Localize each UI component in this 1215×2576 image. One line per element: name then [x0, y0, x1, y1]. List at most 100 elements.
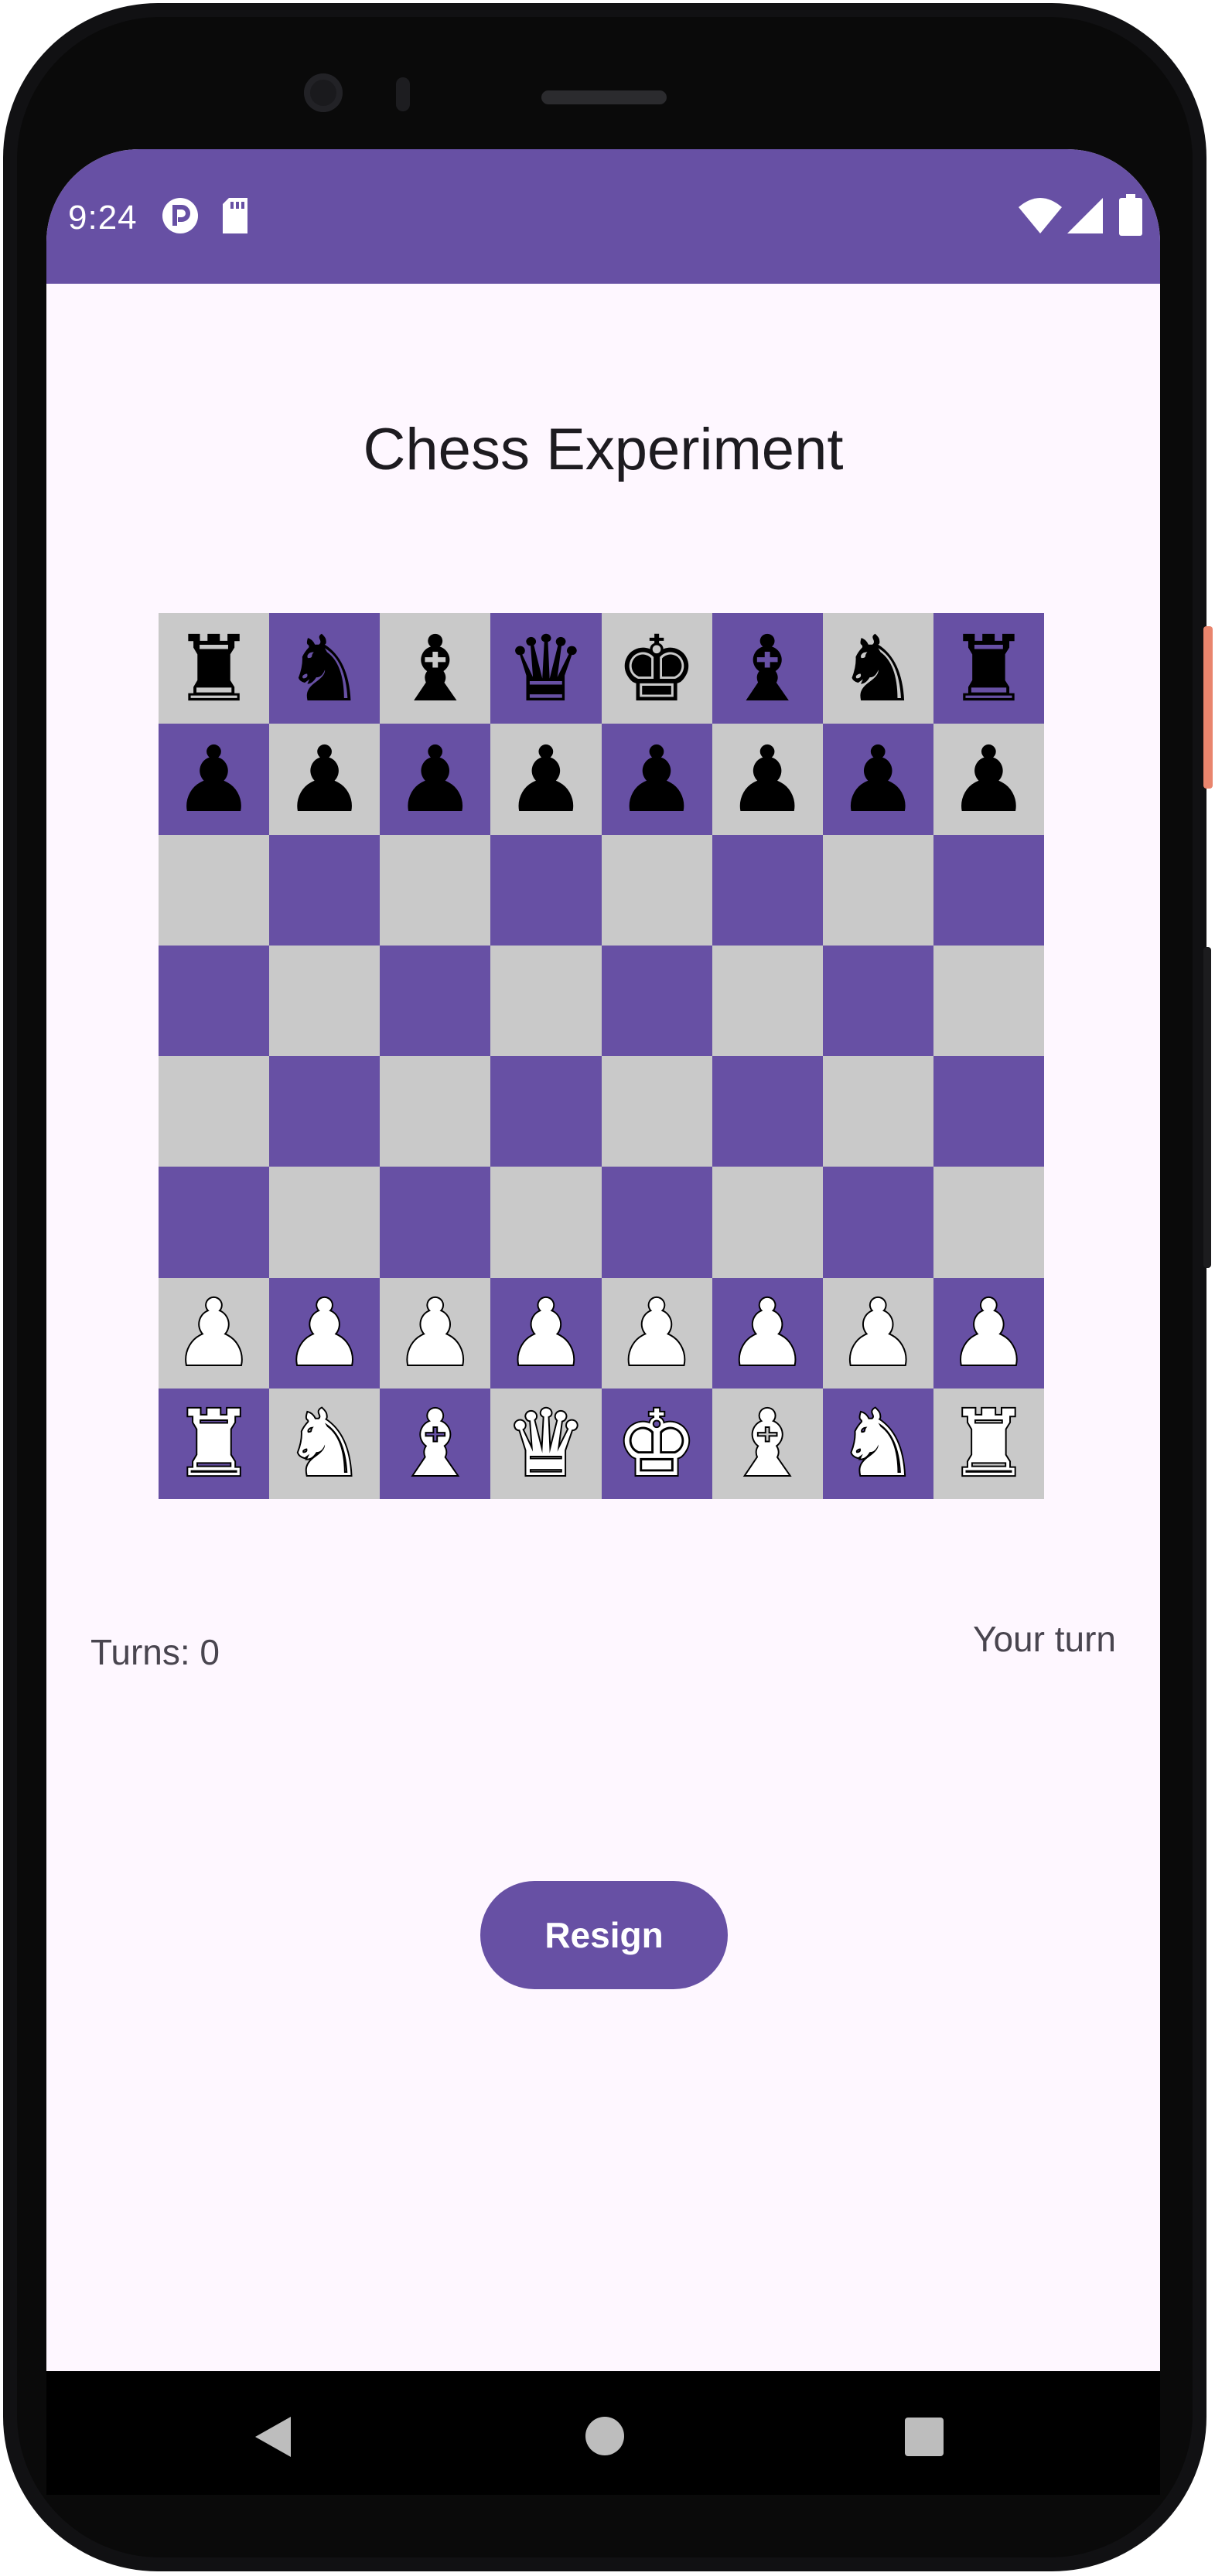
square-h1[interactable]: ♜ — [933, 1388, 1044, 1499]
square-d5[interactable] — [490, 945, 602, 1056]
square-e8[interactable]: ♚ — [601, 613, 712, 724]
black-pawn-icon[interactable]: ♟ — [284, 734, 366, 825]
square-c8[interactable]: ♝ — [380, 613, 491, 724]
square-c3[interactable] — [380, 1167, 491, 1278]
home-icon[interactable] — [585, 2416, 625, 2456]
black-pawn-icon[interactable]: ♟ — [505, 734, 587, 825]
square-b6[interactable] — [269, 834, 381, 946]
white-pawn-icon[interactable]: ♟ — [725, 1286, 810, 1380]
square-h2[interactable]: ♟ — [933, 1277, 1044, 1389]
black-knight-icon[interactable]: ♞ — [837, 623, 919, 714]
square-c2[interactable]: ♟ — [380, 1277, 491, 1389]
square-g8[interactable]: ♞ — [822, 613, 933, 724]
square-b1[interactable]: ♞ — [269, 1388, 381, 1499]
square-a3[interactable] — [159, 1167, 270, 1278]
square-a1[interactable]: ♜ — [159, 1388, 270, 1499]
square-d4[interactable] — [490, 1056, 602, 1167]
square-d3[interactable] — [490, 1167, 602, 1278]
square-c1[interactable]: ♝ — [380, 1388, 491, 1499]
square-a8[interactable]: ♜ — [159, 613, 270, 724]
white-bishop-icon[interactable]: ♝ — [393, 1396, 478, 1491]
black-bishop-icon[interactable]: ♝ — [726, 623, 808, 714]
white-pawn-icon[interactable]: ♟ — [947, 1286, 1032, 1380]
square-e5[interactable] — [601, 945, 712, 1056]
white-knight-icon[interactable]: ♞ — [282, 1396, 367, 1491]
square-g6[interactable] — [822, 834, 933, 946]
square-h8[interactable]: ♜ — [933, 613, 1044, 724]
square-a5[interactable] — [159, 945, 270, 1056]
black-pawn-icon[interactable]: ♟ — [394, 734, 476, 825]
square-f3[interactable] — [712, 1167, 823, 1278]
white-queen-icon[interactable]: ♛ — [503, 1396, 589, 1491]
square-g2[interactable]: ♟ — [822, 1277, 933, 1389]
white-pawn-icon[interactable]: ♟ — [835, 1286, 920, 1380]
square-b4[interactable] — [269, 1056, 381, 1167]
black-knight-icon[interactable]: ♞ — [284, 623, 366, 714]
square-c7[interactable]: ♟ — [380, 724, 491, 835]
black-pawn-icon[interactable]: ♟ — [173, 734, 255, 825]
square-f7[interactable]: ♟ — [712, 724, 823, 835]
square-c6[interactable] — [380, 834, 491, 946]
black-king-icon[interactable]: ♚ — [616, 623, 698, 714]
square-b3[interactable] — [269, 1167, 381, 1278]
square-a2[interactable]: ♟ — [159, 1277, 270, 1389]
square-c5[interactable] — [380, 945, 491, 1056]
black-rook-icon[interactable]: ♜ — [173, 623, 255, 714]
black-bishop-icon[interactable]: ♝ — [394, 623, 476, 714]
square-h3[interactable] — [933, 1167, 1044, 1278]
recents-icon[interactable] — [905, 2418, 944, 2456]
square-d7[interactable]: ♟ — [490, 724, 602, 835]
black-pawn-icon[interactable]: ♟ — [616, 734, 698, 825]
square-h4[interactable] — [933, 1056, 1044, 1167]
square-f5[interactable] — [712, 945, 823, 1056]
white-knight-icon[interactable]: ♞ — [835, 1396, 920, 1491]
square-d6[interactable] — [490, 834, 602, 946]
square-b2[interactable]: ♟ — [269, 1277, 381, 1389]
white-pawn-icon[interactable]: ♟ — [503, 1286, 589, 1380]
square-h6[interactable] — [933, 834, 1044, 946]
square-e3[interactable] — [601, 1167, 712, 1278]
square-g3[interactable] — [822, 1167, 933, 1278]
square-f6[interactable] — [712, 834, 823, 946]
white-bishop-icon[interactable]: ♝ — [725, 1396, 810, 1491]
back-icon[interactable] — [254, 2415, 292, 2458]
square-e2[interactable]: ♟ — [601, 1277, 712, 1389]
square-d2[interactable]: ♟ — [490, 1277, 602, 1389]
square-e7[interactable]: ♟ — [601, 724, 712, 835]
square-g1[interactable]: ♞ — [822, 1388, 933, 1499]
black-rook-icon[interactable]: ♜ — [948, 623, 1030, 714]
square-f1[interactable]: ♝ — [712, 1388, 823, 1499]
square-f4[interactable] — [712, 1056, 823, 1167]
square-b5[interactable] — [269, 945, 381, 1056]
black-pawn-icon[interactable]: ♟ — [837, 734, 919, 825]
square-d8[interactable]: ♛ — [490, 613, 602, 724]
square-f2[interactable]: ♟ — [712, 1277, 823, 1389]
square-a4[interactable] — [159, 1056, 270, 1167]
square-e6[interactable] — [601, 834, 712, 946]
square-e1[interactable]: ♚ — [601, 1388, 712, 1499]
white-rook-icon[interactable]: ♜ — [172, 1396, 257, 1491]
white-pawn-icon[interactable]: ♟ — [282, 1286, 367, 1380]
square-c4[interactable] — [380, 1056, 491, 1167]
square-g5[interactable] — [822, 945, 933, 1056]
square-h7[interactable]: ♟ — [933, 724, 1044, 835]
black-pawn-icon[interactable]: ♟ — [726, 734, 808, 825]
square-f8[interactable]: ♝ — [712, 613, 823, 724]
black-queen-icon[interactable]: ♛ — [505, 623, 587, 714]
square-a7[interactable]: ♟ — [159, 724, 270, 835]
square-h5[interactable] — [933, 945, 1044, 1056]
white-pawn-icon[interactable]: ♟ — [614, 1286, 699, 1380]
square-b7[interactable]: ♟ — [269, 724, 381, 835]
white-king-icon[interactable]: ♚ — [614, 1396, 699, 1491]
chess-board[interactable]: ♜ ♞ ♝ ♛ ♚ ♝ ♞ ♜ ♟ ♟ ♟ ♟ ♟ ♟ ♟ ♟ ♟ ♟ ♟ ♟ ♟ ♟ ♟ ♟ ♜ ♞ ♝ ♛ ♚ ♝ ♞ ♜ — [159, 613, 1044, 1499]
square-g7[interactable]: ♟ — [822, 724, 933, 835]
square-b8[interactable]: ♞ — [269, 613, 381, 724]
resign-button[interactable]: Resign — [480, 1881, 728, 1989]
square-a6[interactable] — [159, 834, 270, 946]
square-e4[interactable] — [601, 1056, 712, 1167]
square-g4[interactable] — [822, 1056, 933, 1167]
square-d1[interactable]: ♛ — [490, 1388, 602, 1499]
white-pawn-icon[interactable]: ♟ — [172, 1286, 257, 1380]
white-rook-icon[interactable]: ♜ — [947, 1396, 1032, 1491]
black-pawn-icon[interactable]: ♟ — [948, 734, 1030, 825]
